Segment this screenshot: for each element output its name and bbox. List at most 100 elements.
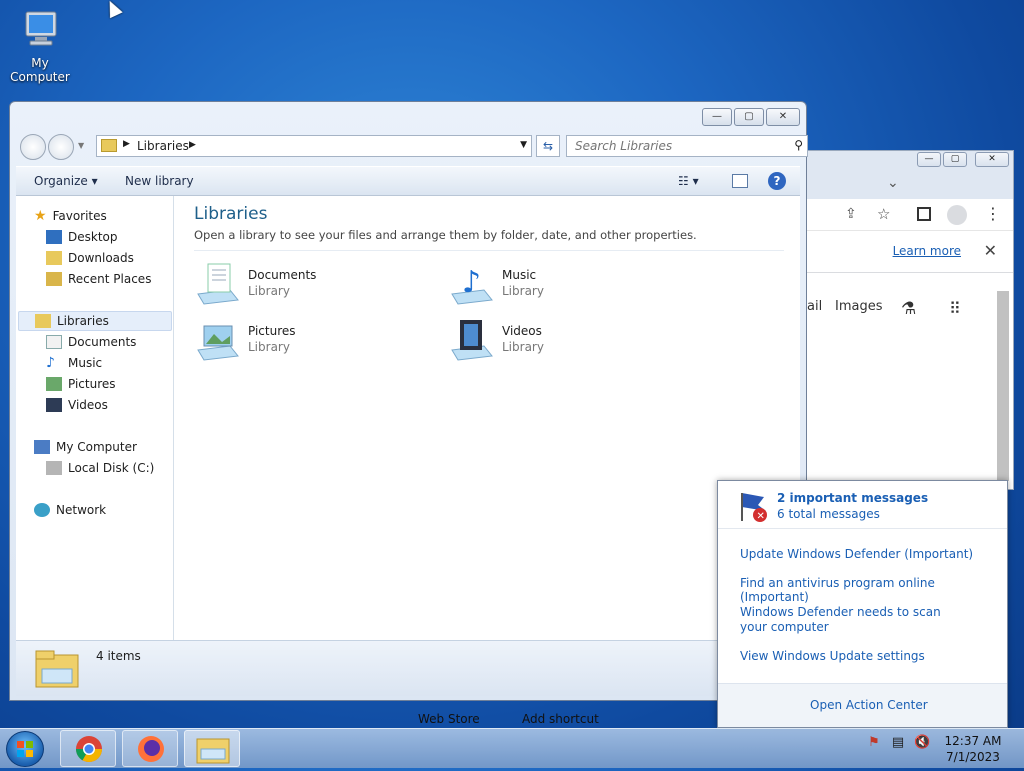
network-status-icon[interactable]: ▤ <box>890 735 906 751</box>
learn-more-link[interactable]: Learn more <box>893 244 961 258</box>
minimize-button[interactable]: — <box>702 108 732 126</box>
libraries-main: Libraries Open a library to see your fil… <box>192 196 800 640</box>
defender-scan-link[interactable]: Windows Defender needs to scan your comp… <box>740 605 970 635</box>
network-icon <box>34 503 50 517</box>
music-library-icon: ♪ <box>448 260 494 306</box>
close-button[interactable]: ✕ <box>766 108 800 126</box>
explorer-taskbar-button[interactable] <box>184 730 240 767</box>
nav-pictures[interactable]: Pictures <box>46 374 116 394</box>
address-bar[interactable]: ▶ Libraries ▶ ▼ <box>96 135 532 157</box>
tile-name: Music <box>502 268 537 282</box>
forward-button[interactable] <box>48 134 74 160</box>
nav-my-computer[interactable]: My Computer <box>34 437 137 457</box>
nav-documents[interactable]: Documents <box>46 332 136 352</box>
change-view-icon[interactable]: ☷ ▾ <box>678 174 699 188</box>
nav-libraries[interactable]: Libraries <box>18 311 172 331</box>
chrome-tab-row: ⌄ <box>807 171 1013 199</box>
mouse-cursor <box>103 0 123 19</box>
drive-icon <box>46 461 62 475</box>
page-title: Libraries <box>194 204 268 224</box>
sidepanel-icon[interactable] <box>917 207 931 221</box>
nav-favorites[interactable]: ★ Favorites <box>34 206 107 226</box>
page-subtitle: Open a library to see your files and arr… <box>194 228 697 242</box>
music-icon: ♪ <box>46 355 55 371</box>
desktop-icon <box>46 230 62 244</box>
nav-videos[interactable]: Videos <box>46 395 108 415</box>
nav-music[interactable]: ♪ Music <box>46 353 102 373</box>
total-messages-link[interactable]: 6 total messages <box>777 507 880 521</box>
breadcrumb-arrow-icon[interactable]: ▶ <box>189 140 196 150</box>
recent-pages-icon[interactable]: ▼ <box>78 141 84 150</box>
windows-update-link[interactable]: View Windows Update settings <box>740 649 925 663</box>
star-icon[interactable]: ☆ <box>877 205 890 223</box>
close-icon[interactable]: ✕ <box>984 241 997 260</box>
library-tile-documents[interactable]: Documents Library <box>194 258 434 308</box>
downloads-folder-icon <box>46 251 62 265</box>
system-clock[interactable]: 12:37 AM 7/1/2023 <box>930 733 1016 765</box>
profile-avatar[interactable] <box>947 205 967 225</box>
chevron-down-icon[interactable]: ⌄ <box>887 175 899 191</box>
more-menu-icon[interactable]: ⋮ <box>985 204 1001 223</box>
clock-time: 12:37 AM <box>944 734 1002 748</box>
search-icon[interactable]: ⚲ <box>794 138 803 152</box>
chrome-titlebar: — ▢ ✕ <box>807 151 1013 171</box>
chrome-close-button[interactable]: ✕ <box>975 152 1009 167</box>
address-dropdown-icon[interactable]: ▼ <box>520 140 527 150</box>
chrome-infobar: Learn more ✕ <box>807 231 1013 273</box>
action-center-flag-icon: ✕ <box>736 489 770 523</box>
update-defender-link[interactable]: Update Windows Defender (Important) <box>740 547 973 561</box>
chrome-toolbar: ⇪ ☆ ⋮ <box>807 199 1013 231</box>
important-messages-link[interactable]: 2 important messages <box>777 491 928 505</box>
nav-recent-places[interactable]: Recent Places <box>46 269 151 289</box>
search-input[interactable] <box>575 136 785 156</box>
desktop-icon-my-computer[interactable]: My Computer <box>0 8 80 84</box>
volume-muted-icon[interactable]: 🔇 <box>914 735 930 751</box>
labs-flask-icon[interactable]: ⚗ <box>901 299 916 319</box>
libraries-folder-icon <box>101 139 117 152</box>
add-shortcut-button[interactable]: Add shortcut <box>522 712 599 726</box>
clock-date: 7/1/2023 <box>946 750 1000 764</box>
navigation-pane: ★ Favorites Desktop Downloads Recent Plac… <box>16 196 174 640</box>
chrome-maximize-button[interactable]: ▢ <box>943 152 967 167</box>
chrome-minimize-button[interactable]: — <box>917 152 941 167</box>
help-icon[interactable]: ? <box>768 172 786 190</box>
command-bar: Organize ▾ New library ☷ ▾ ? <box>16 166 800 196</box>
taskbar: ⚑ ▤ 🔇 12:37 AM 7/1/2023 <box>0 728 1024 768</box>
start-button[interactable] <box>6 731 44 767</box>
tile-subtitle: Library <box>248 284 290 298</box>
open-action-center-link[interactable]: Open Action Center <box>810 698 928 712</box>
nav-local-disk[interactable]: Local Disk (C:) <box>46 458 154 478</box>
libraries-large-icon <box>34 647 80 689</box>
preview-pane-icon[interactable] <box>732 174 748 188</box>
images-link[interactable]: Images <box>835 299 883 314</box>
chrome-window: — ▢ ✕ ⌄ ⇪ ☆ ⋮ Learn more ✕ ail Images ⚗ … <box>806 150 1014 490</box>
find-antivirus-link[interactable]: Find an antivirus program online (Import… <box>740 576 1007 604</box>
search-box[interactable]: ⚲ <box>566 135 808 157</box>
web-store-shortcut[interactable]: Web Store <box>418 712 480 726</box>
maximize-button[interactable]: ▢ <box>734 108 764 126</box>
chrome-scrollbar[interactable] <box>997 291 1009 481</box>
nav-desktop[interactable]: Desktop <box>46 227 118 247</box>
tile-subtitle: Library <box>502 340 544 354</box>
chrome-taskbar-button[interactable] <box>60 730 116 767</box>
documents-library-icon <box>194 260 240 306</box>
gmail-link[interactable]: ail <box>807 299 822 314</box>
recent-places-icon <box>46 272 62 286</box>
firefox-taskbar-button[interactable] <box>122 730 178 767</box>
popup-header: ✕ 2 important messages 6 total messages <box>718 481 1007 529</box>
library-tile-music[interactable]: ♪ Music Library <box>448 258 688 308</box>
item-count: 4 items <box>96 649 141 663</box>
library-tile-videos[interactable]: Videos Library <box>448 314 688 364</box>
back-button[interactable] <box>20 134 46 160</box>
nav-downloads[interactable]: Downloads <box>46 248 134 268</box>
organize-button[interactable]: Organize ▾ <box>34 174 98 188</box>
refresh-button[interactable]: ⇆ <box>536 135 560 157</box>
nav-network[interactable]: Network <box>34 500 106 520</box>
divider <box>194 250 784 251</box>
address-text[interactable]: Libraries <box>137 139 189 153</box>
library-tile-pictures[interactable]: Pictures Library <box>194 314 434 364</box>
apps-grid-icon[interactable]: ⠿ <box>949 299 961 318</box>
action-center-flag-icon[interactable]: ⚑ <box>866 735 882 751</box>
share-icon[interactable]: ⇪ <box>845 206 857 222</box>
new-library-button[interactable]: New library <box>125 174 194 188</box>
